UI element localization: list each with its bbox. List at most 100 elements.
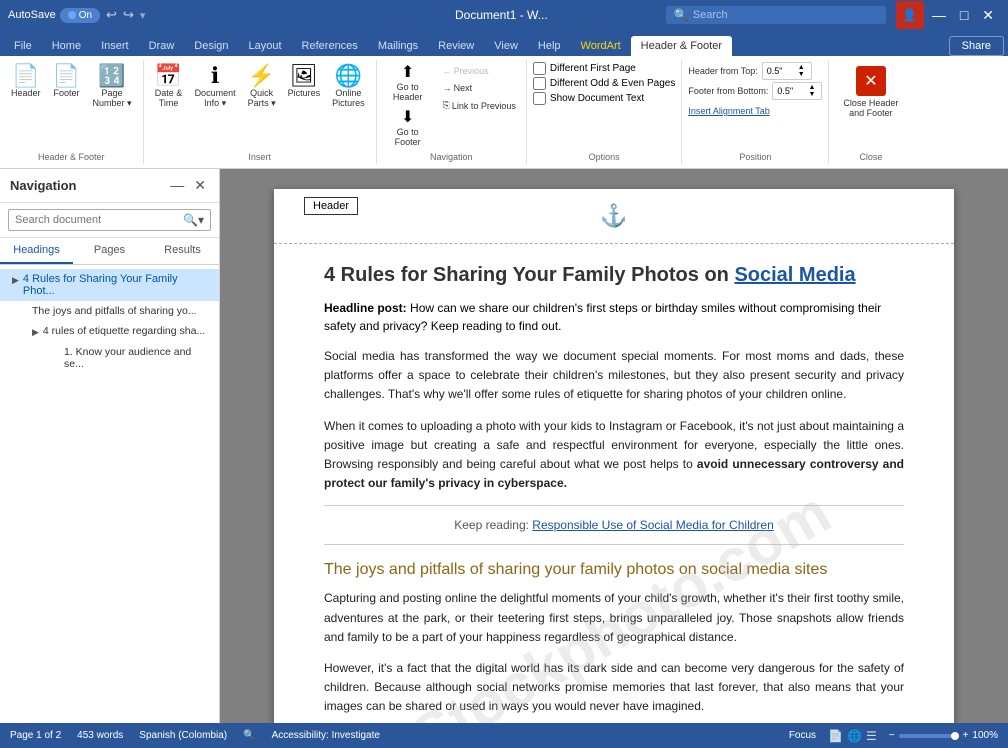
pictures-icon: 🖼 <box>290 65 318 87</box>
tab-design[interactable]: Design <box>184 36 238 56</box>
diff-odd-even-option[interactable]: Different Odd & Even Pages <box>533 77 675 90</box>
document-page: iStockphoto.com Header ⚓ 4 Rules for Sha… <box>274 189 954 723</box>
document-area[interactable]: iStockphoto.com Header ⚓ 4 Rules for Sha… <box>220 169 1008 723</box>
profile-icon[interactable]: 👤 <box>896 1 924 29</box>
nav-item-text-2-1: 1. Know your audience and se... <box>64 346 211 370</box>
next-button[interactable]: → Next <box>439 81 520 95</box>
footer-bottom-up[interactable]: ▲ <box>806 84 817 91</box>
online-pictures-button[interactable]: 🌐 OnlinePictures <box>327 62 370 111</box>
date-time-label: Date &Time <box>155 88 183 108</box>
header-from-top-spinner[interactable]: ▲ ▼ <box>796 64 807 78</box>
tab-insert[interactable]: Insert <box>91 36 139 56</box>
footer-bottom-down[interactable]: ▼ <box>806 91 817 98</box>
insert-alignment-tab-link[interactable]: Insert Alignment Tab <box>688 106 769 116</box>
tab-file[interactable]: File <box>4 36 42 56</box>
nav-item-text-0: 4 Rules for Sharing Your Family Phot... <box>23 273 211 297</box>
nav-item-text-2: 4 rules of etiquette regarding sha... <box>43 325 211 337</box>
focus-label[interactable]: Focus <box>789 730 816 741</box>
zoom-in-icon[interactable]: + <box>963 730 969 741</box>
nav-tree-item-1[interactable]: The joys and pitfalls of sharing yo... <box>20 301 219 321</box>
tree-triangle-2: ▶ <box>32 327 39 338</box>
diff-odd-even-checkbox[interactable] <box>533 77 546 90</box>
show-doc-text-option[interactable]: Show Document Text <box>533 92 675 105</box>
title-search-box[interactable]: 🔍 <box>666 6 886 24</box>
zoom-out-icon[interactable]: − <box>889 730 895 741</box>
tab-draw[interactable]: Draw <box>139 36 185 56</box>
nav-tree-item-2[interactable]: ▶ 4 rules of etiquette regarding sha... <box>20 321 219 342</box>
nav-collapse-button[interactable]: — <box>167 177 187 194</box>
tree-triangle-0: ▶ <box>12 275 19 286</box>
header-top-up[interactable]: ▲ <box>796 64 807 71</box>
close-button[interactable]: ✕ <box>976 7 1000 24</box>
view-print-icon[interactable]: 📄 <box>828 729 843 743</box>
tab-review[interactable]: Review <box>428 36 484 56</box>
header-top-down[interactable]: ▼ <box>796 71 807 78</box>
previous-icon: ← <box>443 66 452 76</box>
nav-panel-controls: — ✕ <box>167 177 209 194</box>
autosave-toggle[interactable]: On <box>60 8 100 23</box>
tab-home[interactable]: Home <box>42 36 91 56</box>
show-doc-text-checkbox[interactable] <box>533 92 546 105</box>
link-to-previous-button[interactable]: ⎘ Link to Previous <box>439 98 520 113</box>
keep-reading-link[interactable]: Responsible Use of Social Media for Chil… <box>532 518 773 532</box>
footer-from-bottom-label: Footer from Bottom: <box>688 86 768 96</box>
zoom-level: 100% <box>972 730 998 741</box>
position-controls: Header from Top: 0.5" ▲ ▼ Footer from Bo… <box>688 62 822 117</box>
close-header-footer-button[interactable]: ✕ Close Headerand Footer <box>835 62 906 122</box>
tab-wordart[interactable]: WordArt <box>571 36 631 56</box>
search-input[interactable] <box>693 9 853 21</box>
view-outline-icon[interactable]: ☰ <box>866 729 877 743</box>
status-right: Focus 📄 🌐 ☰ − + 100% <box>789 729 998 743</box>
nav-tree-item-2-1[interactable]: 1. Know your audience and se... <box>52 342 219 374</box>
ribbon-group-header-footer: 📄 Header 📄 Footer 🔢 PageNumber ▾ Header … <box>0 60 144 164</box>
previous-label: Previous <box>454 66 489 76</box>
page-number-button[interactable]: 🔢 PageNumber ▾ <box>88 62 137 112</box>
doc-info-icon: ℹ <box>211 65 219 87</box>
tab-layout[interactable]: Layout <box>239 36 292 56</box>
nav-search-icon[interactable]: 🔍▾ <box>183 213 204 227</box>
nav-tab-pages[interactable]: Pages <box>73 238 146 264</box>
ribbon: 📄 Header 📄 Footer 🔢 PageNumber ▾ Header … <box>0 56 1008 169</box>
tab-help[interactable]: Help <box>528 36 571 56</box>
date-time-button[interactable]: 📅 Date &Time <box>150 62 188 111</box>
navigation-group-label: Navigation <box>430 152 473 162</box>
nav-close-button[interactable]: ✕ <box>191 177 209 194</box>
header-label: Header <box>11 88 41 98</box>
nav-search-input[interactable] <box>15 214 179 226</box>
headline-text: How can we share our children's first st… <box>324 301 881 333</box>
quick-parts-button[interactable]: ⚡ QuickParts ▾ <box>243 62 281 112</box>
redo-icon[interactable]: ↪ <box>123 7 134 23</box>
share-button[interactable]: Share <box>949 36 1004 56</box>
minimize-button[interactable]: — <box>926 7 952 23</box>
accessibility-label[interactable]: Accessibility: Investigate <box>272 730 380 741</box>
tab-view[interactable]: View <box>484 36 528 56</box>
diff-first-page-checkbox[interactable] <box>533 62 546 75</box>
diff-first-page-option[interactable]: Different First Page <box>533 62 675 75</box>
go-to-footer-button[interactable]: ⬇ Go toFooter <box>383 107 433 150</box>
tab-mailings[interactable]: Mailings <box>368 36 428 56</box>
nav-search-area: 🔍▾ <box>0 203 219 238</box>
nav-tree-item-0[interactable]: ▶ 4 Rules for Sharing Your Family Phot..… <box>0 269 219 301</box>
tab-references[interactable]: References <box>292 36 368 56</box>
go-to-header-button[interactable]: ⬆ Go toHeader <box>383 62 433 105</box>
view-web-icon[interactable]: 🌐 <box>847 729 862 743</box>
document-title-link[interactable]: Social Media <box>734 264 855 286</box>
nav-tab-headings[interactable]: Headings <box>0 238 73 264</box>
customize-qat-icon[interactable]: ▾ <box>140 9 146 22</box>
header-from-top-input[interactable]: 0.5" ▲ ▼ <box>762 62 812 80</box>
zoom-slider[interactable] <box>899 734 959 738</box>
tab-header-footer[interactable]: Header & Footer <box>631 36 732 56</box>
ribbon-group-options: Different First Page Different Odd & Eve… <box>527 60 682 164</box>
footer-from-bottom-spinner[interactable]: ▲ ▼ <box>806 84 817 98</box>
footer-from-bottom-input[interactable]: 0.5" ▲ ▼ <box>772 82 822 100</box>
nav-tab-results[interactable]: Results <box>146 238 219 264</box>
footer-button[interactable]: 📄 Footer <box>48 62 86 101</box>
doc-info-button[interactable]: ℹ DocumentInfo ▾ <box>190 62 241 112</box>
header-button[interactable]: 📄 Header <box>6 62 46 101</box>
previous-button[interactable]: ← Previous <box>439 64 520 78</box>
link-icon: ⎘ <box>443 100 450 111</box>
zoom-control: − + 100% <box>889 730 998 741</box>
undo-icon[interactable]: ↩ <box>106 7 117 23</box>
maximize-button[interactable]: □ <box>954 7 974 23</box>
pictures-button[interactable]: 🖼 Pictures <box>283 62 326 101</box>
